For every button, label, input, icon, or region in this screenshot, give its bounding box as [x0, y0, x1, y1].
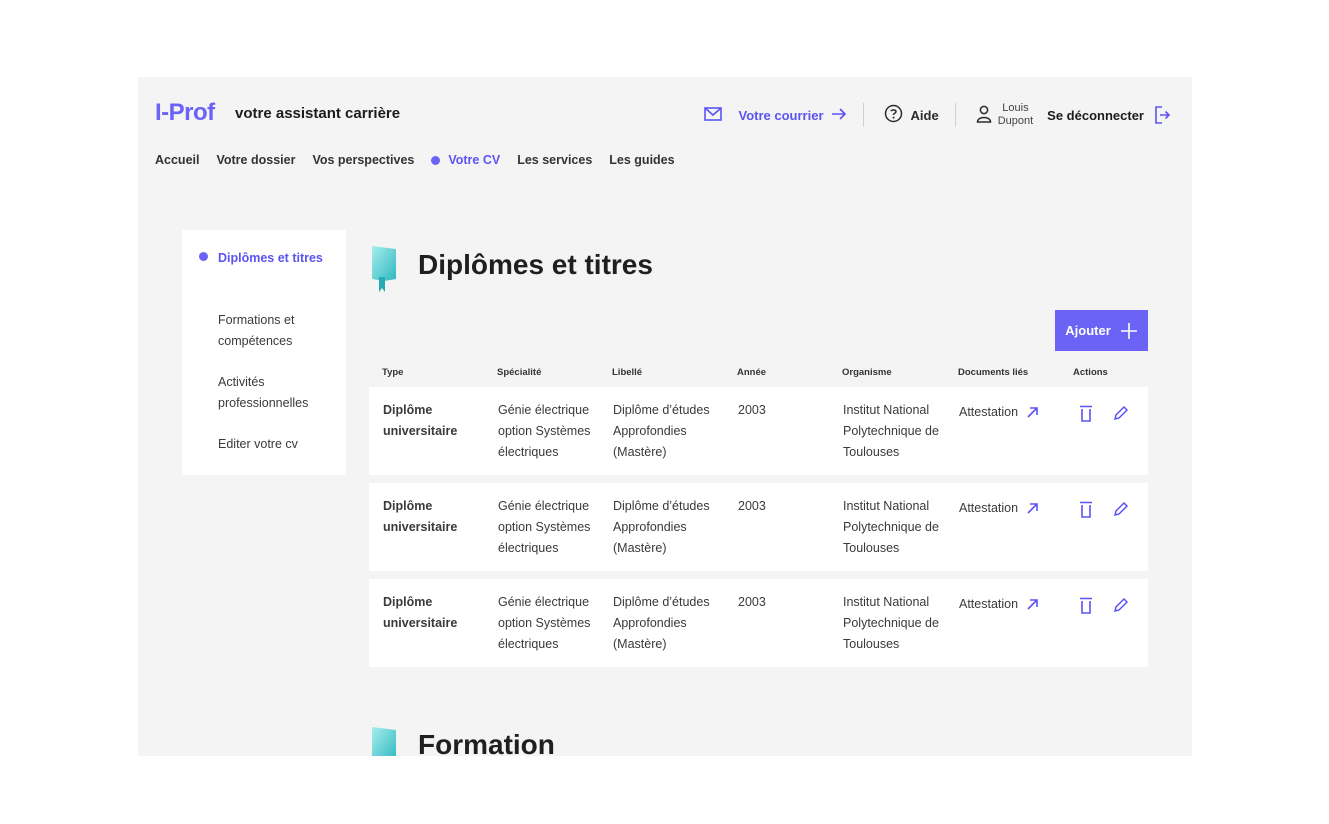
logout-icon [1155, 106, 1170, 124]
user-first-name: Louis [1002, 102, 1029, 114]
courrier-label: Votre courrier [738, 107, 824, 123]
column-header: Documents liés [958, 367, 1029, 378]
help-icon [884, 104, 903, 126]
logout-button[interactable]: Se déconnecter [1047, 106, 1170, 124]
cell-libelle: Diplôme d’études Approfondies (Mastère) [613, 499, 710, 555]
table-header: Type Spécialité Libellé Année Organisme … [369, 367, 1149, 381]
external-link-icon [1027, 503, 1038, 514]
document-link[interactable]: Attestation [959, 402, 1069, 423]
column-header: Spécialité [497, 367, 542, 378]
nav-les-guides[interactable]: Les guides [609, 153, 674, 167]
header-actions: Votre courrier Aide Louis Dupont Se déco… [703, 101, 1170, 129]
edit-icon[interactable] [1113, 597, 1129, 618]
cell-organisme: Institut National Polytechnique de Toulo… [843, 499, 939, 555]
table-row: Diplôme universitaire Génie électrique o… [369, 579, 1148, 667]
user-menu[interactable]: Louis Dupont [976, 102, 1047, 128]
nav-label: Accueil [155, 153, 200, 167]
document-label: Attestation [959, 597, 1019, 611]
bookmark-badge-icon [370, 726, 398, 756]
table-row: Diplôme universitaire Génie électrique o… [369, 387, 1148, 475]
logout-label: Se déconnecter [1047, 107, 1144, 123]
nav-label: Vos perspectives [312, 153, 415, 167]
edit-icon[interactable] [1113, 405, 1129, 426]
bookmark-badge-icon [370, 245, 398, 298]
trash-icon[interactable] [1079, 501, 1093, 523]
document-label: Attestation [959, 405, 1019, 419]
user-icon [976, 105, 992, 126]
nav-accueil[interactable]: Accueil [155, 153, 199, 167]
column-header: Année [737, 367, 767, 378]
active-dot-icon [431, 155, 441, 165]
sidebar-item-diplomes[interactable]: Diplômes et titres [218, 248, 328, 269]
aide-link[interactable]: Aide [884, 104, 939, 126]
column-header: Actions [1073, 367, 1108, 378]
external-link-icon [1027, 599, 1038, 610]
nav-label: Votre dossier [216, 153, 296, 167]
user-last-name: Dupont [997, 115, 1034, 127]
aide-label: Aide [910, 107, 939, 123]
trash-icon[interactable] [1079, 405, 1093, 427]
external-link-icon [1027, 407, 1038, 418]
cell-annee: 2003 [738, 499, 766, 513]
column-header: Type [382, 367, 404, 378]
active-dot-icon [199, 252, 208, 261]
document-link[interactable]: Attestation [959, 594, 1069, 615]
cell-specialite: Génie électrique option Systèmes électri… [498, 595, 591, 651]
edit-icon[interactable] [1113, 501, 1129, 522]
trash-icon[interactable] [1079, 597, 1093, 619]
header-divider [862, 103, 864, 127]
cell-organisme: Institut National Polytechnique de Toulo… [843, 595, 939, 651]
main-nav: Accueil Votre dossier Vos perspectives V… [155, 153, 692, 167]
plus-icon [1120, 322, 1137, 339]
cell-organisme: Institut National Polytechnique de Toulo… [843, 403, 939, 459]
cv-sidebar: Diplômes et titres Formations et compéte… [182, 230, 346, 475]
cell-type: Diplôme universitaire [383, 403, 458, 438]
mail-icon [703, 106, 722, 124]
column-header: Organisme [842, 367, 892, 378]
sidebar-item-activites[interactable]: Activités professionnelles [218, 372, 328, 414]
app-tagline: votre assistant carrière [235, 105, 401, 122]
nav-label: Les guides [609, 153, 675, 167]
table-row: Diplôme universitaire Génie électrique o… [369, 483, 1148, 571]
cell-libelle: Diplôme d’études Approfondies (Mastère) [613, 403, 710, 459]
column-header: Libellé [612, 367, 643, 378]
nav-votre-dossier[interactable]: Votre dossier [216, 153, 295, 167]
add-label: Ajouter [1065, 323, 1111, 338]
header-divider [954, 103, 956, 127]
cell-type: Diplôme universitaire [383, 499, 458, 534]
nav-votre-cv[interactable]: Votre CV [431, 153, 500, 167]
cell-specialite: Génie électrique option Systèmes électri… [498, 403, 591, 459]
sidebar-item-formations[interactable]: Formations et compétences [218, 310, 328, 352]
arrow-right-icon [831, 107, 847, 123]
cell-libelle: Diplôme d’études Approfondies (Mastère) [613, 595, 710, 651]
section-title: Diplômes et titres [418, 249, 653, 280]
nav-label: Votre CV [448, 153, 501, 167]
user-name: Louis Dupont [998, 102, 1033, 128]
cell-type: Diplôme universitaire [383, 595, 458, 630]
document-label: Attestation [959, 501, 1019, 515]
add-button[interactable]: Ajouter [1055, 310, 1148, 351]
courrier-link[interactable]: Votre courrier [703, 106, 847, 124]
document-link[interactable]: Attestation [959, 498, 1069, 519]
nav-label: Les services [517, 153, 593, 167]
sidebar-item-editer-cv[interactable]: Editer votre cv [218, 434, 328, 455]
next-section-title: Formation [418, 729, 555, 756]
cell-annee: 2003 [738, 403, 766, 417]
cell-specialite: Génie électrique option Systèmes électri… [498, 499, 591, 555]
nav-vos-perspectives[interactable]: Vos perspectives [312, 153, 414, 167]
nav-les-services[interactable]: Les services [517, 153, 592, 167]
cell-annee: 2003 [738, 595, 766, 609]
app-logo[interactable]: I-Prof [155, 99, 215, 127]
app-frame: I-Prof votre assistant carrière Votre co… [138, 77, 1192, 756]
